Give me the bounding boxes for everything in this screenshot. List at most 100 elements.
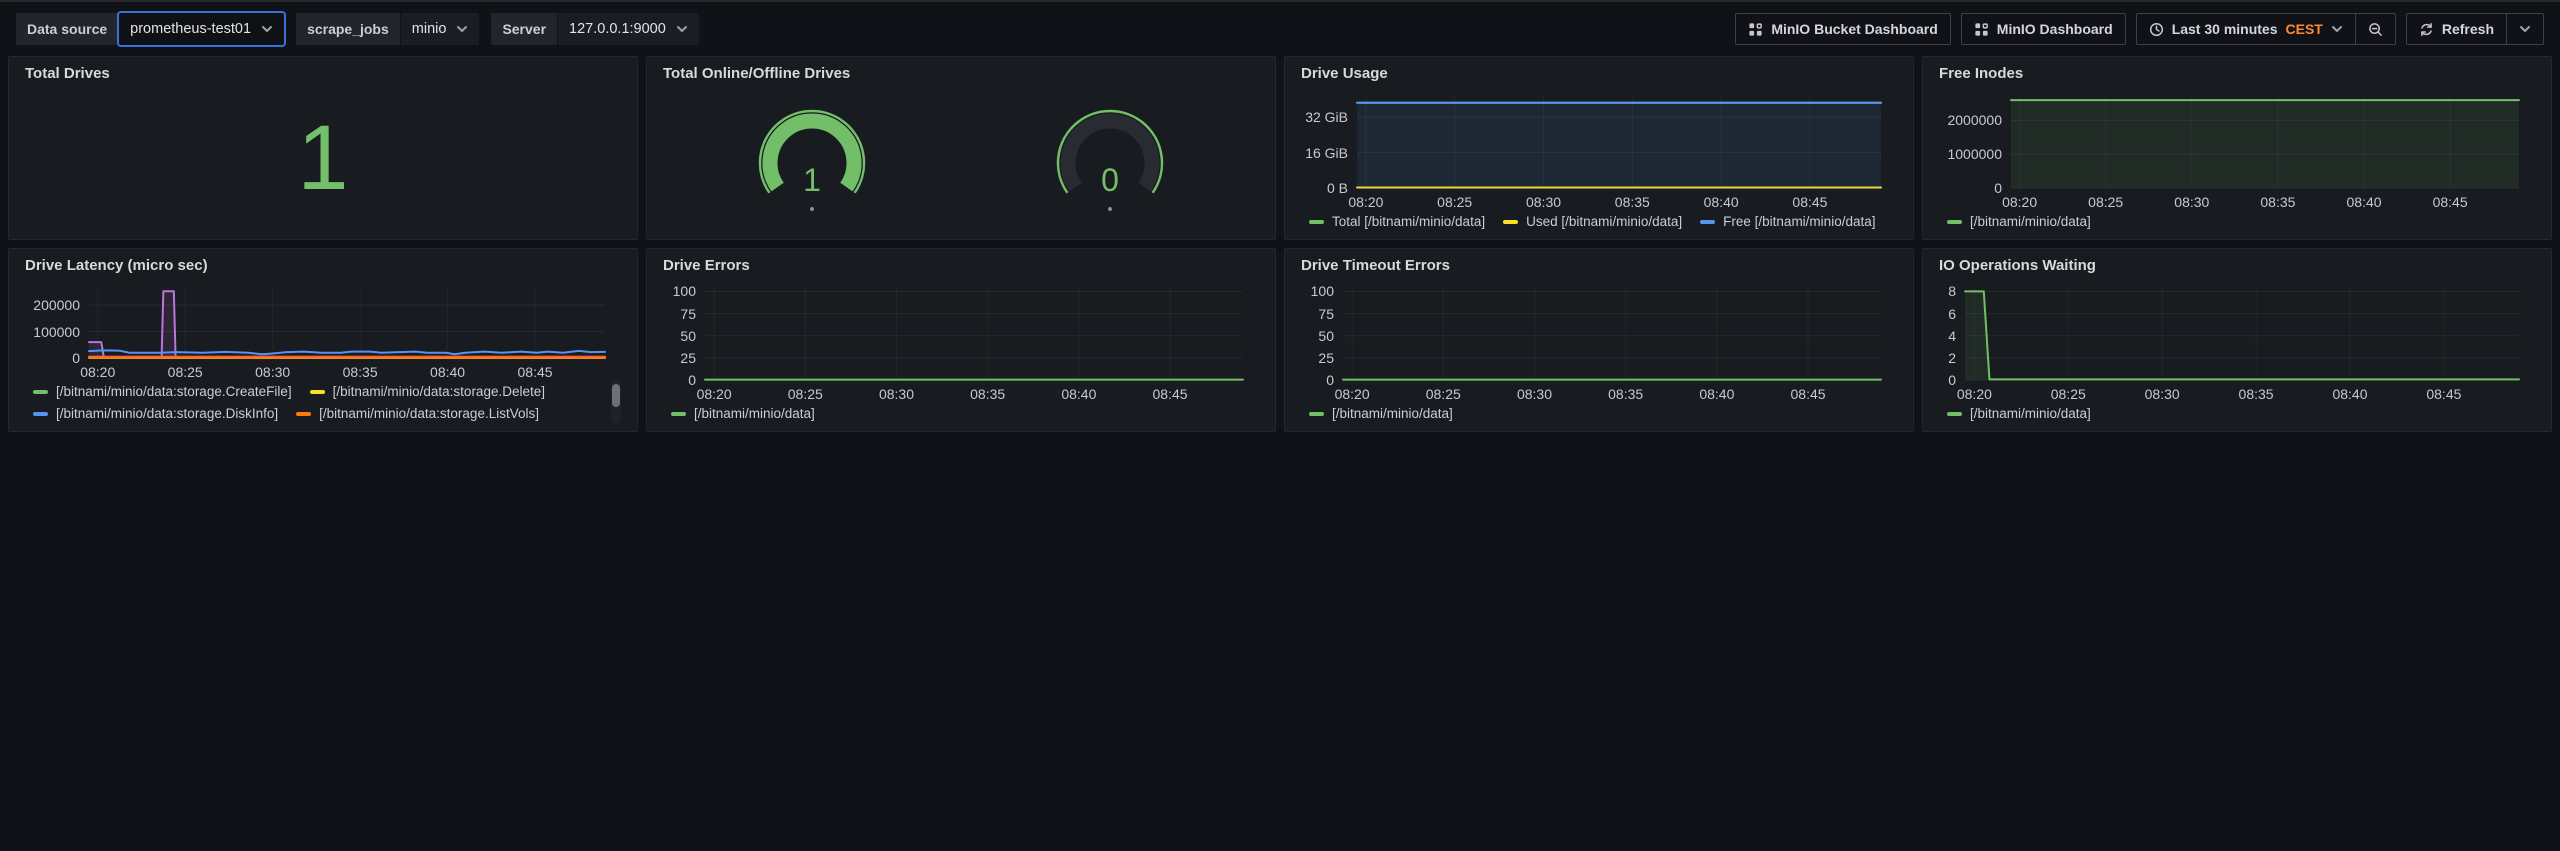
x-axis-tick: 08:25 <box>1426 387 1461 401</box>
panel-title-drive-errors[interactable]: Drive Errors <box>663 255 1259 277</box>
legend-item[interactable]: [/bitnami/minio/data:storage.CreateFile] <box>33 384 292 399</box>
panel-title-online-offline[interactable]: Total Online/Offline Drives <box>663 63 1259 85</box>
x-axis-tick: 08:40 <box>1061 387 1096 401</box>
drive-latency-chart[interactable]: 010000020000008:2008:2508:3008:3508:4008… <box>89 287 605 358</box>
zoom-out-button[interactable] <box>2355 14 2395 44</box>
data-source-select[interactable]: prometheus-test01 <box>119 13 284 45</box>
legend-scrollbar-thumb[interactable] <box>612 384 620 407</box>
zoom-out-icon <box>2368 22 2383 37</box>
free-inodes-legend: [/bitnami/minio/data] <box>1939 212 2535 231</box>
legend-swatch-icon <box>296 412 311 416</box>
x-axis-tick: 08:25 <box>2088 195 2123 209</box>
y-axis-tick: 2 <box>1948 351 1956 365</box>
legend-item[interactable]: Free [/bitnami/minio/data] <box>1700 214 1875 229</box>
legend-label: [/bitnami/minio/data] <box>1970 406 2091 421</box>
panel-drive-usage: Drive Usage 0 B16 GiB32 GiB08:2008:2508:… <box>1284 56 1914 240</box>
x-axis-tick: 08:25 <box>1437 195 1472 209</box>
io-operations-chart[interactable]: 0246808:2008:2508:3008:3508:4008:45 <box>1965 287 2519 380</box>
y-axis-tick: 25 <box>1318 351 1334 365</box>
y-axis-tick: 75 <box>680 307 696 321</box>
minio-bucket-dashboard-button[interactable]: MinIO Bucket Dashboard <box>1735 13 1950 45</box>
panel-title-io-operations[interactable]: IO Operations Waiting <box>1939 255 2535 277</box>
chevron-down-icon <box>2331 23 2343 35</box>
panel-title-free-inodes[interactable]: Free Inodes <box>1939 63 2535 85</box>
legend-item[interactable]: [/bitnami/minio/data] <box>1947 214 2091 229</box>
timezone-label: CEST <box>2286 21 2323 37</box>
data-source-label: Data source <box>16 13 118 45</box>
server-label: Server <box>491 13 557 45</box>
minio-dashboard-label: MinIO Dashboard <box>1997 21 2113 37</box>
drive-usage-chart[interactable]: 0 B16 GiB32 GiB08:2008:2508:3008:3508:40… <box>1357 95 1881 188</box>
panel-title-total-drives[interactable]: Total Drives <box>25 63 621 85</box>
plot-area[interactable] <box>1357 95 1881 188</box>
apps-icon <box>1974 22 1989 37</box>
legend-item[interactable]: [/bitnami/minio/data] <box>671 406 815 421</box>
legend-item[interactable]: [/bitnami/minio/data:storage.DiskInfo] <box>33 406 278 421</box>
apps-icon <box>1748 22 1763 37</box>
plot-area[interactable] <box>1343 287 1881 380</box>
y-axis-tick: 1000000 <box>1947 147 2002 161</box>
panel-title-drive-usage[interactable]: Drive Usage <box>1301 63 1897 85</box>
y-axis-tick: 100000 <box>33 325 80 339</box>
x-axis-tick: 08:45 <box>1153 387 1188 401</box>
time-range-label: Last 30 minutes <box>2172 21 2278 37</box>
refresh-interval-button[interactable] <box>2506 14 2543 44</box>
refresh-button[interactable]: Refresh <box>2407 14 2506 44</box>
scrape-jobs-select[interactable]: minio <box>401 13 480 45</box>
legend-item[interactable]: Used [/bitnami/minio/data] <box>1503 214 1682 229</box>
x-axis-tick: 08:20 <box>80 365 115 379</box>
drive-timeout-errors-legend: [/bitnami/minio/data] <box>1301 404 1897 423</box>
drive-errors-chart[interactable]: 025507510008:2008:2508:3008:3508:4008:45 <box>705 287 1243 380</box>
minio-dashboard-button[interactable]: MinIO Dashboard <box>1961 13 2126 45</box>
x-axis-tick: 08:30 <box>1517 387 1552 401</box>
minio-bucket-dashboard-label: MinIO Bucket Dashboard <box>1771 21 1937 37</box>
x-axis-tick: 08:35 <box>970 387 1005 401</box>
panel-title-drive-timeout-errors[interactable]: Drive Timeout Errors <box>1301 255 1897 277</box>
legend-swatch-icon <box>1503 220 1518 224</box>
x-axis-tick: 08:40 <box>430 365 465 379</box>
x-axis-tick: 08:35 <box>2239 387 2274 401</box>
y-axis-tick: 8 <box>1948 284 1956 298</box>
free-inodes-chart[interactable]: 01000000200000008:2008:2508:3008:3508:40… <box>2011 95 2519 188</box>
y-axis-tick: 100 <box>1311 284 1334 298</box>
plot-area[interactable] <box>89 287 605 358</box>
x-axis-tick: 08:25 <box>2051 387 2086 401</box>
time-picker-group: Last 30 minutes CEST <box>2136 13 2396 45</box>
legend-item[interactable]: Total [/bitnami/minio/data] <box>1309 214 1485 229</box>
drive-latency-legend: [/bitnami/minio/data:storage.CreateFile]… <box>25 382 621 423</box>
panel-total-drives: Total Drives 1 <box>8 56 638 240</box>
legend-item[interactable]: [/bitnami/minio/data] <box>1947 406 2091 421</box>
legend-swatch-icon <box>33 390 48 394</box>
x-axis-tick: 08:25 <box>788 387 823 401</box>
legend-swatch-icon <box>1700 220 1715 224</box>
server-select[interactable]: 127.0.0.1:9000 <box>558 13 699 45</box>
server-value: 127.0.0.1:9000 <box>569 21 666 37</box>
time-range-button[interactable]: Last 30 minutes CEST <box>2137 14 2355 44</box>
x-axis-tick: 08:40 <box>2346 195 2381 209</box>
panel-online-offline-drives: Total Online/Offline Drives 1 0 <box>646 56 1276 240</box>
legend-label: [/bitnami/minio/data:storage.DiskInfo] <box>56 406 278 421</box>
x-axis-tick: 08:45 <box>518 365 553 379</box>
y-axis-tick: 25 <box>680 351 696 365</box>
x-axis-tick: 08:20 <box>1348 195 1383 209</box>
plot-area[interactable] <box>1965 287 2519 380</box>
panel-drive-errors: Drive Errors 025507510008:2008:2508:3008… <box>646 248 1276 432</box>
y-axis-tick: 75 <box>1318 307 1334 321</box>
legend-item[interactable]: [/bitnami/minio/data:storage.ListVols] <box>296 406 539 421</box>
clock-icon <box>2149 22 2164 37</box>
panel-title-drive-latency[interactable]: Drive Latency (micro sec) <box>25 255 621 277</box>
gauge-value: 1 <box>803 162 821 198</box>
x-axis-tick: 08:40 <box>1699 387 1734 401</box>
variable-scrape-jobs: scrape_jobs minio <box>296 13 479 45</box>
plot-area[interactable] <box>705 287 1243 380</box>
gauge: 1 <box>737 101 887 215</box>
gauge-value: 0 <box>1101 162 1119 198</box>
y-axis-tick: 4 <box>1948 329 1956 343</box>
y-axis-tick: 6 <box>1948 307 1956 321</box>
legend-item[interactable]: [/bitnami/minio/data:storage.Delete] <box>310 384 545 399</box>
plot-area[interactable] <box>2011 95 2519 188</box>
x-axis-tick: 08:40 <box>2332 387 2367 401</box>
legend-scrollbar[interactable] <box>611 382 621 423</box>
drive-timeout-errors-chart[interactable]: 025507510008:2008:2508:3008:3508:4008:45 <box>1343 287 1881 380</box>
legend-item[interactable]: [/bitnami/minio/data] <box>1309 406 1453 421</box>
